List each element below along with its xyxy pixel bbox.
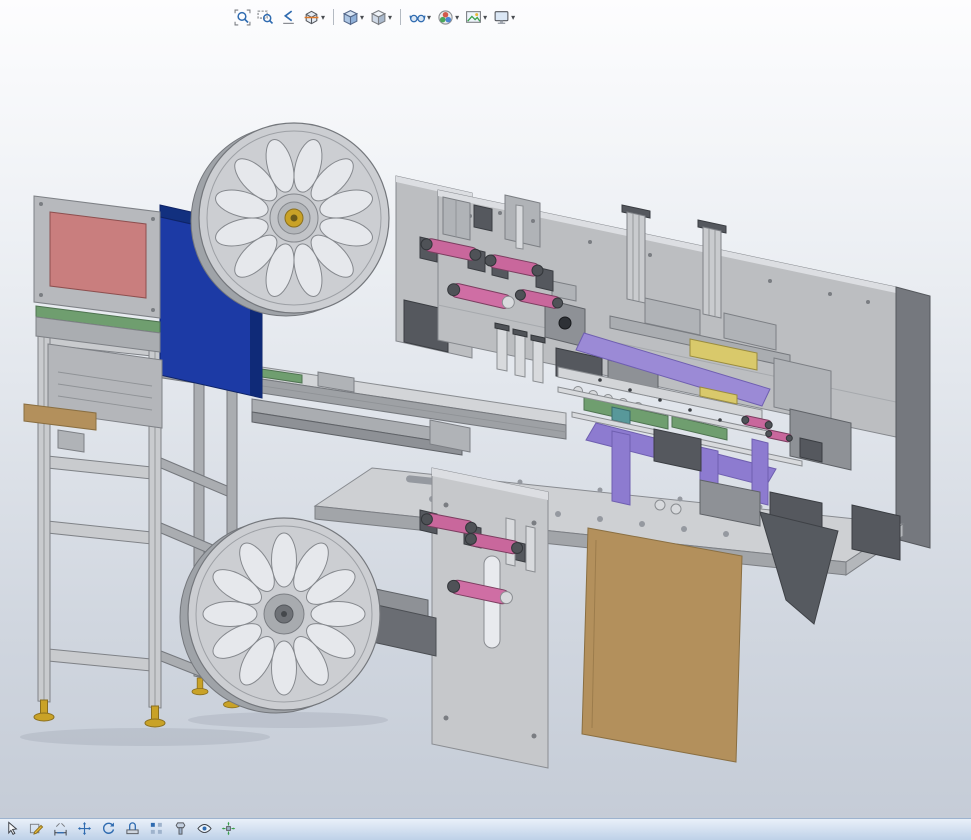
section-view-icon [303,9,320,26]
heads-up-toolbar: ▾ ▾ ▾ ▾ ▾ ▾ ▾ [228,5,521,29]
sketch-button[interactable] [28,821,46,839]
select-button[interactable] [4,821,22,839]
display-style-icon [370,9,387,26]
view-settings-dropdown-arrow[interactable]: ▾ [511,9,515,26]
hide-show-components-button[interactable] [196,821,214,839]
section-view-button[interactable]: ▾ [301,6,327,28]
move-component-button[interactable] [76,821,94,839]
zoom-to-fit-button[interactable] [232,6,253,28]
front-plate[interactable] [432,468,548,768]
mate-icon [125,821,142,838]
zoom-to-fit-icon [234,9,251,26]
view-settings-icon [493,9,510,26]
component-pattern-button[interactable] [148,821,166,839]
hide-show-items-dropdown-arrow[interactable]: ▾ [427,9,431,26]
red-screen-panel [50,212,146,298]
zoom-to-area-button[interactable] [255,6,276,28]
apply-scene-button[interactable]: ▾ [463,6,489,28]
hide-show-items-icon [409,9,426,26]
smart-fastener-button[interactable] [172,821,190,839]
apply-scene-dropdown-arrow[interactable]: ▾ [483,9,487,26]
pattern-icon [149,821,166,838]
select-icon [5,821,22,838]
right-side-plate[interactable] [896,287,930,548]
previous-view-button[interactable] [278,6,299,28]
eye-icon [197,821,214,838]
exploded-view-icon [221,821,238,838]
supply-reel-top[interactable] [191,123,389,316]
hide-show-items-button[interactable]: ▾ [407,6,433,28]
zoom-to-area-icon [257,9,274,26]
fastener-icon [173,821,190,838]
purple-plate [612,431,630,505]
dimension-icon [53,821,70,838]
viewport-canvas[interactable] [0,0,971,840]
toolbar-separator [400,9,401,25]
side-guard-dark[interactable] [760,512,838,624]
previous-view-icon [280,9,297,26]
move-component-icon [77,821,94,838]
display-style-dropdown-arrow[interactable]: ▾ [388,9,392,26]
mate-button[interactable] [124,821,142,839]
smart-dimension-button[interactable] [52,821,70,839]
view-orientation-button[interactable]: ▾ [340,6,366,28]
cad-window: ▾ ▾ ▾ ▾ ▾ ▾ ▾ [0,0,971,840]
view-orientation-icon [342,9,359,26]
edit-appearance-icon [437,9,454,26]
edit-appearance-button[interactable]: ▾ [435,6,461,28]
exploded-view-button[interactable] [220,821,238,839]
section-view-dropdown-arrow[interactable]: ▾ [321,9,325,26]
toolbar-separator [333,9,334,25]
view-orientation-dropdown-arrow[interactable]: ▾ [360,9,364,26]
supply-reel-bottom[interactable] [180,518,380,713]
display-style-button[interactable]: ▾ [368,6,394,28]
edit-appearance-dropdown-arrow[interactable]: ▾ [455,9,459,26]
shadows [20,712,388,746]
sketch-icon [29,821,46,838]
rotate-component-icon [101,821,118,838]
bottom-toolbar [0,818,971,840]
tan-cover-sheet[interactable] [582,528,742,762]
view-settings-button[interactable]: ▾ [491,6,517,28]
apply-scene-icon [465,9,482,26]
rotate-component-button[interactable] [100,821,118,839]
